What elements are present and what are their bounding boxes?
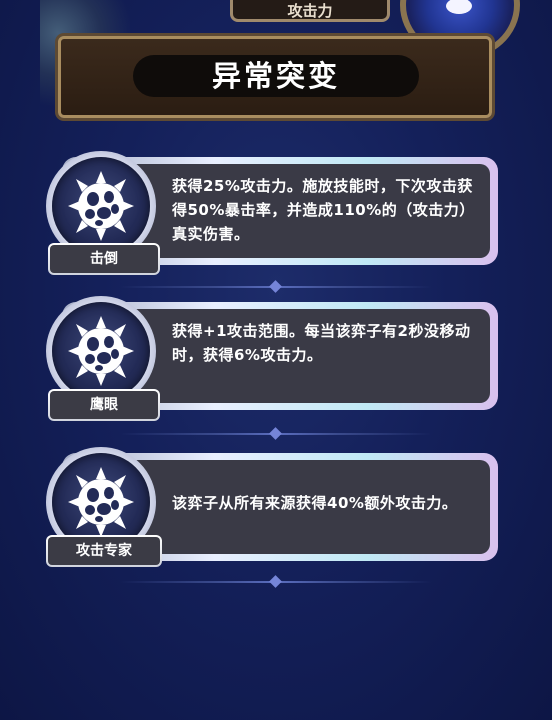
title-plate: 异常突变 (133, 55, 419, 97)
page-title: 异常突变 (211, 59, 340, 93)
ability-description: 获得25%攻击力。施放技能时，下次攻击获得50%暴击率，并造成110%的（攻击力… (172, 177, 475, 243)
emblem-gem-icon (446, 0, 472, 14)
diamond-icon (269, 575, 282, 588)
divider (120, 427, 432, 440)
diamond-icon (269, 427, 282, 440)
diamond-icon (269, 280, 282, 293)
ability-name: 攻击专家 (48, 537, 160, 565)
ability-description: 该弈子从所有来源获得40%额外攻击力。 (172, 494, 458, 512)
ability-description: 获得+1攻击范围。每当该弈子有2秒没移动时，获得6%攻击力。 (172, 322, 471, 364)
ability-name: 鹰眼 (50, 391, 158, 419)
divider (120, 575, 432, 588)
spiked-ball-icon (68, 467, 134, 537)
ability-label-plate: 攻击专家 (46, 535, 162, 567)
spiked-ball-icon (68, 316, 134, 386)
ability-label-plate: 击倒 (48, 243, 160, 275)
spiked-ball-icon (68, 171, 134, 241)
ability-label-plate: 鹰眼 (48, 389, 160, 421)
divider (120, 280, 432, 293)
ability-name: 击倒 (50, 245, 158, 273)
title-frame: 异常突变 (58, 36, 492, 118)
top-tab[interactable]: 攻击力 (230, 0, 390, 22)
